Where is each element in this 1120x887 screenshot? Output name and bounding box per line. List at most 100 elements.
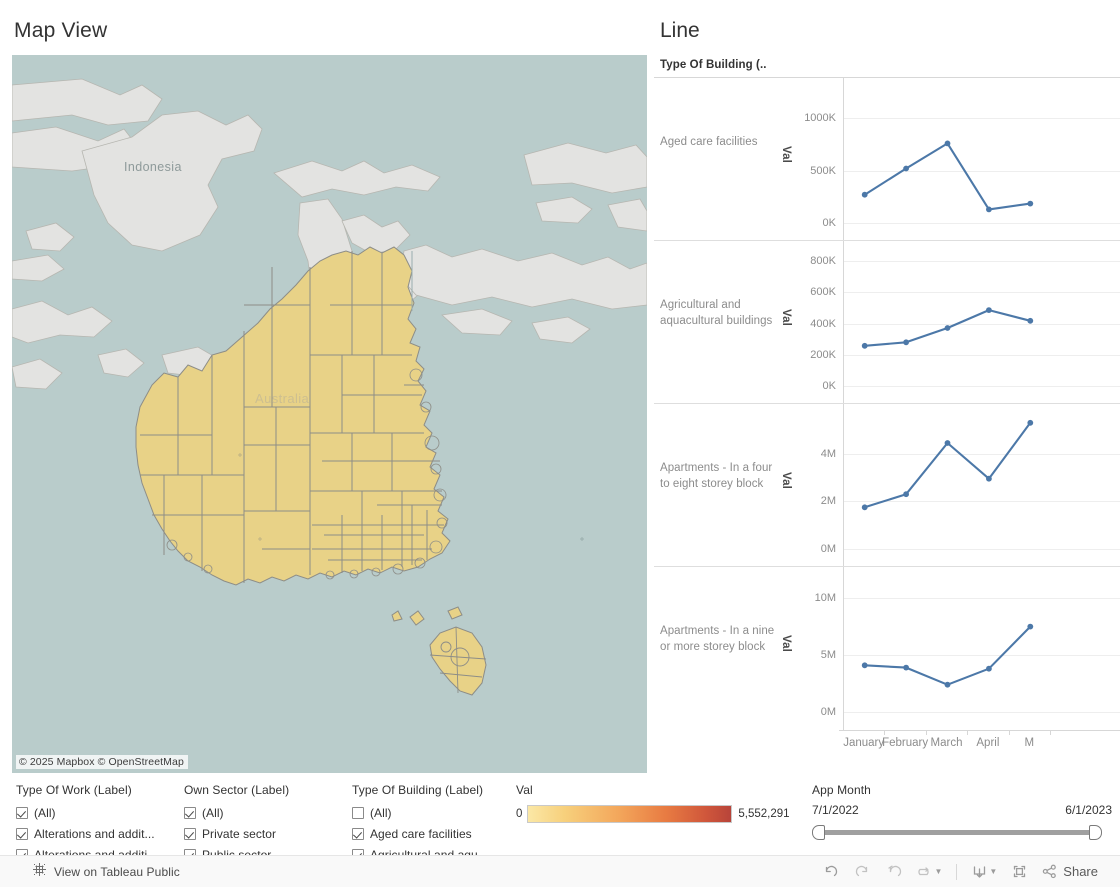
x-axis-tick-mark: [967, 730, 969, 735]
x-axis-tick-mark: [925, 730, 927, 735]
x-axis-tick-label: M: [1024, 737, 1035, 749]
revert-icon[interactable]: [878, 859, 910, 885]
data-point[interactable]: [986, 307, 992, 313]
data-point[interactable]: [1027, 419, 1034, 426]
data-point[interactable]: [861, 191, 868, 198]
map-pane: Map View Indonesia Australia © 2025 Mapb…: [0, 0, 650, 775]
slider-track[interactable]: [821, 830, 1093, 835]
type-of-building-header: Type Of Building (..: [660, 59, 767, 71]
undo-icon[interactable]: [814, 859, 846, 885]
filter-option[interactable]: Alterations and additi...: [16, 845, 166, 855]
filter-option[interactable]: Agricultural and aqu...: [352, 845, 512, 855]
data-point[interactable]: [986, 206, 992, 213]
data-point[interactable]: [903, 339, 909, 346]
small-multiples-container: Aged care facilities Val 1000K 500K 0K Agricu…: [654, 78, 1120, 730]
tableau-toolbar: View on Tableau Public ▼ ▼ Share: [0, 855, 1120, 887]
map-view-title: Map View: [14, 19, 108, 42]
legend-title: Val: [516, 783, 533, 797]
filter-bar: Type Of Work (Label) (All) Alterations a…: [0, 775, 1120, 855]
data-point[interactable]: [1027, 200, 1034, 207]
data-point[interactable]: [861, 504, 868, 511]
filter-option-label: Alterations and additi...: [34, 848, 158, 855]
filter-option[interactable]: (All): [16, 803, 166, 823]
share-label: Share: [1063, 864, 1098, 879]
checkbox-icon[interactable]: [184, 828, 196, 840]
series-line[interactable]: [654, 404, 1120, 567]
line-chart-pane: Line Type Of Building (.. Aged care faci…: [650, 0, 1120, 775]
legend-ramp-row: 0 5,552,291: [516, 805, 790, 823]
data-point[interactable]: [1027, 317, 1034, 324]
map-graphic[interactable]: [12, 55, 647, 773]
slider-handle-right[interactable]: [1089, 825, 1102, 840]
filter-options: (All) Aged care facilities Agricultural …: [352, 803, 512, 855]
chevron-down-icon[interactable]: ▼: [934, 867, 942, 876]
series-line[interactable]: [654, 78, 1120, 241]
checkbox-icon[interactable]: [16, 828, 28, 840]
chevron-down-icon[interactable]: ▼: [989, 867, 997, 876]
series-line[interactable]: [654, 241, 1120, 404]
filter-title: Own Sector (Label): [184, 783, 290, 797]
chart-panel: Apartments - In a nine or more storey bl…: [654, 567, 1120, 730]
checkbox-icon[interactable]: [352, 807, 364, 819]
filter-options: (All) Alterations and addit... Alteratio…: [16, 803, 166, 855]
color-legend: Val 0 5,552,291: [516, 783, 790, 823]
filter-option-label: (All): [370, 806, 392, 820]
share-button[interactable]: Share: [1035, 859, 1104, 885]
checkbox-icon[interactable]: [16, 807, 28, 819]
filter-option-label: Private sector: [202, 827, 277, 841]
legend-color-ramp[interactable]: [527, 805, 733, 823]
data-point[interactable]: [986, 665, 992, 672]
filter-option[interactable]: Public sector: [184, 845, 334, 855]
filter-own-sector: Own Sector (Label) (All) Private sector …: [184, 783, 334, 855]
series-line[interactable]: [654, 567, 1120, 730]
toolbar-actions: ▼ ▼ Share: [814, 859, 1104, 885]
view-on-tableau-public-button[interactable]: View on Tableau Public: [32, 862, 180, 882]
chart-panel: Agricultural and aquacultural buildings V…: [654, 241, 1120, 404]
filter-option[interactable]: (All): [352, 803, 512, 823]
tableau-logo-icon: [32, 862, 47, 882]
filter-type-of-building: Type Of Building (Label) (All) Aged care…: [352, 783, 512, 855]
slider-end-value[interactable]: 6/1/2023: [1065, 803, 1112, 817]
download-icon[interactable]: ▼: [965, 859, 1003, 885]
filter-option-label: Agricultural and aqu...: [370, 848, 488, 855]
line-view-title: Line: [660, 19, 700, 42]
filter-option[interactable]: (All): [184, 803, 334, 823]
map-attribution[interactable]: © 2025 Mapbox © OpenStreetMap: [16, 755, 188, 769]
filter-option[interactable]: Aged care facilities: [352, 824, 512, 844]
data-point[interactable]: [861, 342, 868, 349]
filter-option[interactable]: Alterations and addit...: [16, 824, 166, 844]
checkbox-icon[interactable]: [352, 828, 364, 840]
data-point[interactable]: [903, 491, 909, 498]
data-point[interactable]: [944, 681, 951, 688]
legend-min-value: 0: [516, 808, 523, 820]
x-axis-rule: [839, 730, 1120, 731]
slider-title: App Month: [812, 783, 871, 797]
data-point[interactable]: [861, 662, 868, 669]
legend-max-value: 5,552,291: [738, 808, 790, 820]
map-canvas[interactable]: Indonesia Australia © 2025 Mapbox © Open…: [12, 55, 647, 773]
x-axis-tick-label: April: [976, 737, 1000, 749]
data-point[interactable]: [944, 440, 951, 446]
x-axis-tick-label: January: [843, 737, 885, 749]
checkbox-icon[interactable]: [184, 807, 196, 819]
data-point[interactable]: [986, 475, 992, 482]
refresh-icon[interactable]: ▼: [910, 859, 948, 885]
redo-icon[interactable]: [846, 859, 878, 885]
filter-option-label: Public sector: [202, 848, 272, 855]
filter-option-label: (All): [202, 806, 224, 820]
data-point[interactable]: [903, 664, 909, 671]
filter-option-label: Aged care facilities: [370, 827, 472, 841]
filter-option[interactable]: Private sector: [184, 824, 334, 844]
slider-start-value[interactable]: 7/1/2022: [812, 803, 859, 817]
data-point[interactable]: [944, 325, 951, 331]
dashboard-root: Map View Indonesia Australia © 2025 Mapb…: [0, 0, 1120, 887]
fullscreen-icon[interactable]: [1003, 859, 1035, 885]
slider-handle-left[interactable]: [812, 825, 825, 840]
filter-options: (All) Private sector Public sector: [184, 803, 334, 855]
data-point[interactable]: [1027, 623, 1034, 630]
filter-type-of-work: Type Of Work (Label) (All) Alterations a…: [16, 783, 166, 855]
data-point[interactable]: [903, 165, 909, 172]
x-axis-tick-mark: [1050, 730, 1051, 735]
slider-track-wrap[interactable]: [812, 824, 1102, 840]
data-point[interactable]: [944, 140, 951, 147]
